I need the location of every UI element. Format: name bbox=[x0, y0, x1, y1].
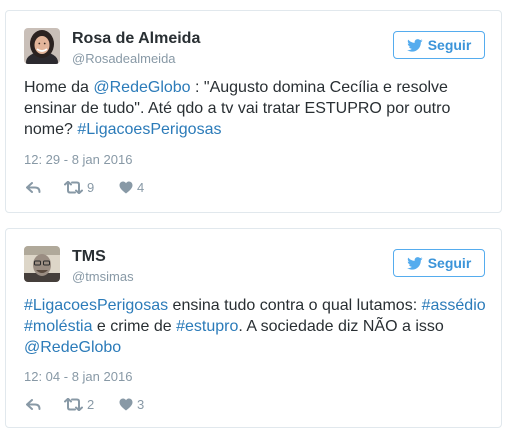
hashtag-link[interactable]: #estupro bbox=[176, 318, 238, 335]
hashtag-link[interactable]: #assédio bbox=[422, 297, 486, 314]
hashtag-link[interactable]: #moléstia bbox=[24, 318, 92, 335]
retweet-button[interactable]: 9 bbox=[64, 180, 119, 195]
reply-button[interactable] bbox=[26, 181, 64, 193]
hashtag-link[interactable]: #LigacoesPerigosas bbox=[24, 297, 168, 314]
display-name[interactable]: TMS bbox=[72, 248, 106, 266]
mention-link[interactable]: @RedeGlobo bbox=[93, 79, 190, 96]
twitter-bird-icon bbox=[406, 38, 423, 52]
user-handle[interactable]: @Rosadealmeida bbox=[72, 51, 176, 66]
follow-button-label: Seguir bbox=[427, 255, 472, 271]
retweet-count: 9 bbox=[87, 179, 95, 195]
reply-icon bbox=[26, 398, 41, 410]
reply-icon bbox=[26, 181, 41, 193]
retweet-count: 2 bbox=[87, 396, 95, 412]
tweet-actions: 9 4 bbox=[26, 178, 144, 196]
like-count: 4 bbox=[137, 179, 145, 195]
tweet-text-segment: . A sociedade diz NÃO a isso bbox=[238, 318, 444, 335]
follow-button[interactable]: Seguir bbox=[393, 31, 485, 59]
retweet-icon bbox=[64, 397, 83, 411]
display-name[interactable]: Rosa de Almeida bbox=[72, 30, 200, 48]
like-button[interactable]: 3 bbox=[119, 397, 144, 412]
tweet-text-segment: e crime de bbox=[92, 318, 177, 335]
tweet-text-segment: Home da bbox=[24, 79, 94, 96]
tweet-text: Home da @RedeGlobo : "Augusto domina Cec… bbox=[24, 77, 486, 140]
avatar[interactable] bbox=[24, 28, 60, 64]
heart-icon bbox=[119, 181, 133, 194]
tweet-card: Rosa de Almeida @Rosadealmeida Seguir Ho… bbox=[5, 10, 502, 213]
mention-link[interactable]: @RedeGlobo bbox=[24, 339, 121, 356]
avatar[interactable] bbox=[24, 246, 60, 282]
tweet-timestamp[interactable]: 12: 29 - 8 jan 2016 bbox=[24, 152, 132, 167]
follow-button[interactable]: Seguir bbox=[393, 249, 485, 277]
tweet-timestamp[interactable]: 12: 04 - 8 jan 2016 bbox=[24, 369, 132, 384]
like-count: 3 bbox=[137, 396, 145, 412]
twitter-bird-icon bbox=[406, 256, 423, 270]
retweet-button[interactable]: 2 bbox=[64, 397, 119, 412]
tweet-text: #LigacoesPerigosas ensina tudo contra o … bbox=[24, 295, 486, 358]
tweet-card: TMS @tmsimas Seguir #LigacoesPerigosas e… bbox=[5, 228, 502, 428]
heart-icon bbox=[119, 398, 133, 411]
tweet-text-segment: ensina tudo contra o qual lutamos: bbox=[168, 297, 422, 314]
reply-button[interactable] bbox=[26, 398, 64, 410]
follow-button-label: Seguir bbox=[427, 37, 472, 53]
hashtag-link[interactable]: #LigacoesPerigosas bbox=[77, 121, 221, 138]
user-handle[interactable]: @tmsimas bbox=[72, 269, 134, 284]
retweet-icon bbox=[64, 180, 83, 194]
tweet-actions: 2 3 bbox=[26, 395, 144, 413]
like-button[interactable]: 4 bbox=[119, 180, 144, 195]
